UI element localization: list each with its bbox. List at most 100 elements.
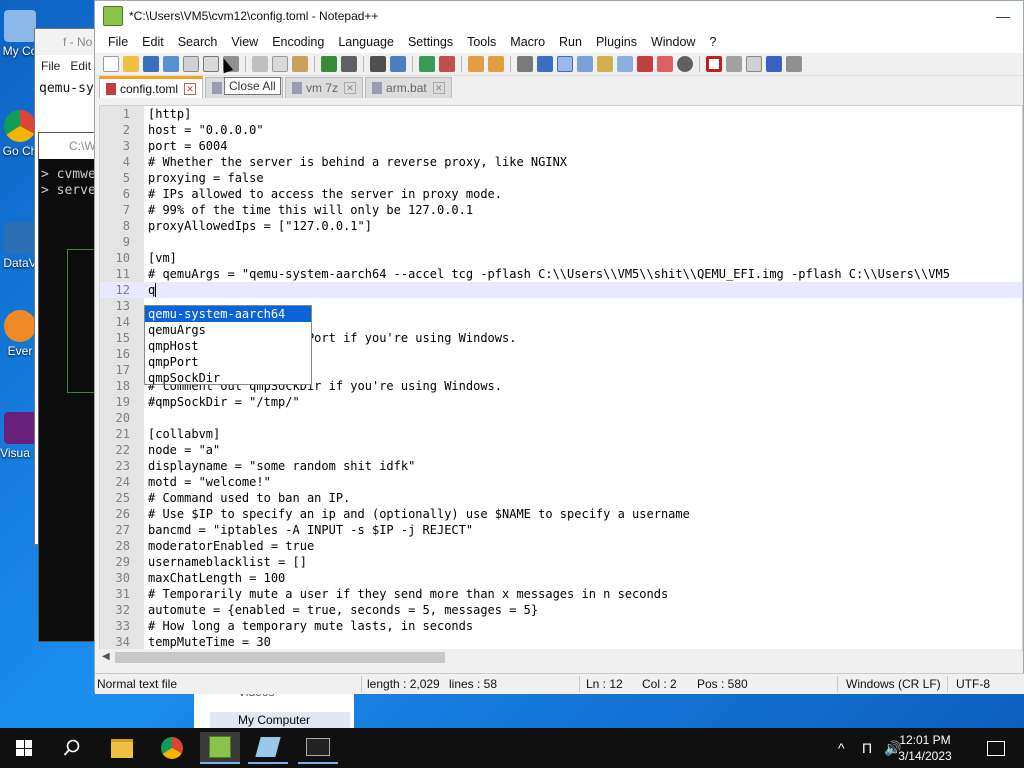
save-icon[interactable] bbox=[143, 56, 159, 72]
code-line[interactable]: 2 host = "0.0.0.0" bbox=[100, 122, 1022, 138]
status-eol[interactable]: Windows (CR LF) bbox=[846, 677, 941, 691]
find-icon[interactable] bbox=[370, 56, 386, 72]
tab-config-toml[interactable]: config.toml ✕ bbox=[99, 76, 204, 98]
sync-vertical-icon[interactable] bbox=[468, 56, 484, 72]
code-line[interactable]: 10 [vm] bbox=[100, 250, 1022, 266]
function-list-icon[interactable] bbox=[617, 56, 633, 72]
taskbar-command-prompt[interactable] bbox=[298, 732, 338, 764]
code-line[interactable]: 31 # Temporarily mute a user if they send… bbox=[100, 586, 1022, 602]
menu-view[interactable]: View bbox=[224, 35, 265, 49]
code-line[interactable]: 12 q bbox=[100, 282, 1022, 298]
minimize-button[interactable]: — bbox=[983, 8, 1023, 24]
play-multiple-icon[interactable] bbox=[766, 56, 782, 72]
horizontal-scrollbar[interactable]: ◀ bbox=[99, 649, 1021, 666]
menu-plugins[interactable]: Plugins bbox=[589, 35, 644, 49]
menu-file[interactable]: File bbox=[41, 59, 60, 73]
folder-workspace-icon[interactable] bbox=[637, 56, 653, 72]
taskbar-chrome[interactable] bbox=[152, 732, 192, 764]
menu-file[interactable]: File bbox=[101, 35, 135, 49]
taskbar-file-explorer[interactable] bbox=[102, 732, 142, 764]
code-line[interactable]: 7 # 99% of the time this will only be 127… bbox=[100, 202, 1022, 218]
code-line[interactable]: 9 bbox=[100, 234, 1022, 250]
clock[interactable]: 12:01 PM 3/14/2023 bbox=[890, 732, 960, 764]
network-icon[interactable]: Π bbox=[862, 740, 872, 756]
status-encoding[interactable]: UTF-8 bbox=[956, 677, 990, 691]
menu-window[interactable]: Window bbox=[644, 35, 702, 49]
code-line[interactable]: 28 moderatorEnabled = true bbox=[100, 538, 1022, 554]
monitoring-icon[interactable] bbox=[677, 56, 693, 72]
code-line[interactable]: 22 node = "a" bbox=[100, 442, 1022, 458]
autocomplete-option[interactable]: qmpPort bbox=[145, 354, 311, 370]
zoom-in-icon[interactable] bbox=[419, 56, 435, 72]
indent-guide-icon[interactable] bbox=[557, 56, 573, 72]
sync-horizontal-icon[interactable] bbox=[488, 56, 504, 72]
save-macro-icon[interactable] bbox=[786, 56, 802, 72]
menu-macro[interactable]: Macro bbox=[503, 35, 552, 49]
close-all-icon[interactable] bbox=[203, 56, 219, 72]
code-line[interactable]: 25 # Command used to ban an IP. bbox=[100, 490, 1022, 506]
code-line[interactable]: 30 maxChatLength = 100 bbox=[100, 570, 1022, 586]
taskbar-notepadpp[interactable] bbox=[200, 732, 240, 764]
scroll-left-icon[interactable]: ◀ bbox=[102, 651, 110, 662]
tab-close-icon[interactable]: ✕ bbox=[432, 82, 445, 94]
code-line[interactable]: 11 # qemuArgs = "qemu-system-aarch64 --ac… bbox=[100, 266, 1022, 282]
word-wrap-icon[interactable] bbox=[517, 56, 533, 72]
code-line[interactable]: 20 bbox=[100, 410, 1022, 426]
code-line[interactable]: 5 proxying = false bbox=[100, 170, 1022, 186]
open-file-icon[interactable] bbox=[123, 56, 139, 72]
tab-close-icon[interactable]: ✕ bbox=[184, 82, 197, 95]
menu-tools[interactable]: Tools bbox=[460, 35, 503, 49]
undo-icon[interactable] bbox=[321, 56, 337, 72]
save-all-icon[interactable] bbox=[163, 56, 179, 72]
menu-search[interactable]: Search bbox=[171, 35, 225, 49]
code-line[interactable]: 29 usernameblacklist = [] bbox=[100, 554, 1022, 570]
menu-edit[interactable]: Edit bbox=[70, 59, 91, 73]
replace-icon[interactable] bbox=[390, 56, 406, 72]
code-line[interactable]: 6 # IPs allowed to access the server in p… bbox=[100, 186, 1022, 202]
autocomplete-option[interactable]: qmpHost bbox=[145, 338, 311, 354]
autocomplete-option[interactable]: qemu-system-aarch64 bbox=[145, 306, 311, 322]
new-file-icon[interactable] bbox=[103, 56, 119, 72]
code-line[interactable]: 19 #qmpSockDir = "/tmp/" bbox=[100, 394, 1022, 410]
show-all-chars-icon[interactable] bbox=[537, 56, 553, 72]
tab-close-icon[interactable]: ✕ bbox=[344, 82, 357, 94]
autocomplete-option[interactable]: qemuArgs bbox=[145, 322, 311, 338]
menu-run[interactable]: Run bbox=[552, 35, 589, 49]
doc-map-icon[interactable] bbox=[597, 56, 613, 72]
menu-encoding[interactable]: Encoding bbox=[265, 35, 331, 49]
menu-help[interactable]: ? bbox=[702, 35, 723, 49]
start-button[interactable] bbox=[4, 732, 44, 764]
menu-language[interactable]: Language bbox=[331, 35, 401, 49]
explorer-item-my-computer[interactable]: My Computer bbox=[210, 712, 350, 728]
close-icon[interactable] bbox=[183, 56, 199, 72]
code-line[interactable]: 23 displayname = "some random shit idfk" bbox=[100, 458, 1022, 474]
zoom-out-icon[interactable] bbox=[439, 56, 455, 72]
code-line[interactable]: 8 proxyAllowedIps = ["127.0.0.1"] bbox=[100, 218, 1022, 234]
search-button[interactable] bbox=[52, 732, 92, 764]
title-bar[interactable]: *C:\Users\VM5\cvm12\config.toml - Notepa… bbox=[95, 1, 1023, 31]
code-line[interactable]: 34 tempMuteTime = 30 bbox=[100, 634, 1022, 650]
cut-icon[interactable] bbox=[252, 56, 268, 72]
code-line[interactable]: 21 [collabvm] bbox=[100, 426, 1022, 442]
menu-settings[interactable]: Settings bbox=[401, 35, 460, 49]
autocomplete-popup[interactable]: qemu-system-aarch64 qemuArgs qmpHost qmpPor… bbox=[144, 305, 312, 385]
autocomplete-option[interactable]: qmpSockDir bbox=[145, 370, 311, 386]
scrollbar-thumb[interactable] bbox=[115, 652, 445, 663]
stop-macro-icon[interactable] bbox=[726, 56, 742, 72]
code-line[interactable]: 1 [http] bbox=[100, 106, 1022, 122]
doc-list-icon[interactable] bbox=[657, 56, 673, 72]
code-line[interactable]: 32 automute = {enabled = true, seconds = … bbox=[100, 602, 1022, 618]
taskbar-notepad[interactable] bbox=[248, 732, 288, 764]
code-line[interactable]: 24 motd = "welcome!" bbox=[100, 474, 1022, 490]
code-line[interactable]: 27 bancmd = "iptables -A INPUT -s $IP -j … bbox=[100, 522, 1022, 538]
record-macro-icon[interactable] bbox=[706, 56, 722, 72]
code-line[interactable]: 33 # How long a temporary mute lasts, in … bbox=[100, 618, 1022, 634]
tab-arm-bat[interactable]: arm.bat ✕ bbox=[365, 77, 452, 98]
copy-icon[interactable] bbox=[272, 56, 288, 72]
code-line[interactable]: 4 # Whether the server is behind a revers… bbox=[100, 154, 1022, 170]
paste-icon[interactable] bbox=[292, 56, 308, 72]
notifications-button[interactable] bbox=[976, 732, 1016, 764]
udl-icon[interactable] bbox=[577, 56, 593, 72]
show-hidden-icons-chevron-icon[interactable]: ^ bbox=[838, 740, 845, 756]
play-macro-icon[interactable] bbox=[746, 56, 762, 72]
